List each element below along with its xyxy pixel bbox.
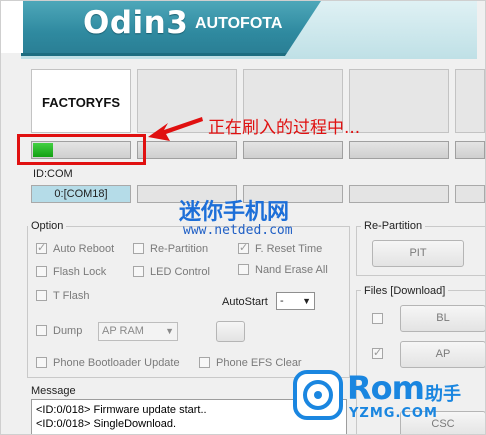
- rom-logo: Rom 助手 YZMG.COM: [291, 366, 481, 426]
- checkbox-box: [36, 325, 47, 336]
- nand-erase-all-checkbox[interactable]: Nand Erase All: [238, 264, 328, 276]
- checkbox-box: [372, 313, 383, 324]
- repartition-title: Re-Partition: [361, 220, 426, 232]
- progress-bar-5: [455, 141, 485, 159]
- bl-checkbox[interactable]: [372, 313, 389, 325]
- app-title: Odin3: [83, 5, 189, 41]
- watermark-url: www.netded.com: [183, 223, 293, 238]
- progress-bar-2: [137, 141, 237, 159]
- ap-checkbox[interactable]: [372, 346, 389, 360]
- checkbox-box: [133, 266, 144, 277]
- rom-logo-icon: [293, 370, 343, 420]
- message-title: Message: [28, 385, 79, 397]
- rom-logo-site: YZMG.COM: [349, 406, 438, 421]
- window-edge: [1, 1, 23, 53]
- auto-reboot-label: Auto Reboot: [53, 243, 115, 255]
- com-port-5: [455, 185, 485, 203]
- led-control-label: LED Control: [150, 266, 210, 278]
- checkbox-box: [36, 241, 47, 254]
- f-reset-time-checkbox[interactable]: F. Reset Time: [238, 241, 323, 255]
- option-title: Option: [28, 220, 67, 232]
- f-reset-time-label: F. Reset Time: [255, 243, 323, 255]
- dump-label: Dump: [53, 325, 83, 337]
- phone-bootloader-update-label: Phone Bootloader Update: [53, 357, 180, 369]
- watermark-title: 迷你手机网: [179, 200, 290, 225]
- files-title: Files [Download]: [361, 285, 449, 297]
- dump-select[interactable]: AP RAM ▼: [98, 322, 178, 341]
- rom-logo-cn: 助手: [425, 384, 461, 405]
- progress-bar-3: [243, 141, 343, 159]
- highlight-box: [17, 134, 146, 165]
- port-slot-5: [455, 69, 485, 133]
- arrow-icon: [148, 117, 203, 141]
- checkbox-box: [372, 346, 383, 359]
- flash-lock-checkbox[interactable]: Flash Lock: [36, 266, 106, 278]
- dump-button[interactable]: [216, 321, 245, 342]
- com-port-4: [349, 185, 449, 203]
- annotation-text: 正在刷入的过程中...: [208, 118, 361, 138]
- ap-button[interactable]: AP: [400, 341, 485, 368]
- port-slot-4: [349, 69, 449, 133]
- re-partition-checkbox[interactable]: Re-Partition: [133, 243, 208, 255]
- phone-efs-clear-label: Phone EFS Clear: [216, 357, 302, 369]
- checkbox-box: [36, 357, 47, 368]
- autostart-value: -: [280, 295, 284, 307]
- led-control-checkbox[interactable]: LED Control: [133, 266, 210, 278]
- checkbox-box: [36, 290, 47, 301]
- flash-lock-label: Flash Lock: [53, 266, 107, 278]
- checkbox-box: [238, 264, 249, 275]
- app-subtitle: AUTOFOTA: [195, 15, 283, 32]
- port-slot-1: FACTORYFS: [31, 69, 131, 133]
- checkbox-box: [199, 357, 210, 368]
- nand-erase-all-label: Nand Erase All: [255, 264, 328, 276]
- checkbox-box: [36, 266, 47, 277]
- odin-window: Odin3 AUTOFOTA FACTORYFS 正在刷入的过程中... ID:…: [0, 0, 486, 435]
- dump-checkbox[interactable]: Dump: [36, 325, 82, 337]
- com-port-1: 0:[COM18]: [31, 185, 131, 203]
- chevron-down-icon: ▼: [302, 296, 311, 306]
- re-partition-label: Re-Partition: [150, 243, 209, 255]
- id-com-label: ID:COM: [33, 168, 73, 180]
- autostart-label: AutoStart: [222, 296, 268, 308]
- autostart-select[interactable]: - ▼: [276, 292, 315, 310]
- chevron-down-icon: ▼: [165, 326, 174, 336]
- dump-select-value: AP RAM: [102, 325, 144, 337]
- auto-reboot-checkbox[interactable]: Auto Reboot: [36, 241, 115, 255]
- bl-button[interactable]: BL: [400, 305, 485, 332]
- checkbox-box: [133, 243, 144, 254]
- phone-efs-clear-checkbox[interactable]: Phone EFS Clear: [199, 357, 302, 369]
- pit-button[interactable]: PIT: [372, 240, 464, 267]
- t-flash-label: T Flash: [53, 290, 90, 302]
- phone-bootloader-update-checkbox[interactable]: Phone Bootloader Update: [36, 357, 180, 369]
- rom-logo-word: Rom: [347, 369, 425, 407]
- port-slot-label: FACTORYFS: [41, 95, 120, 110]
- checkbox-box: [238, 241, 249, 254]
- progress-bar-4: [349, 141, 449, 159]
- t-flash-checkbox[interactable]: T Flash: [36, 290, 89, 302]
